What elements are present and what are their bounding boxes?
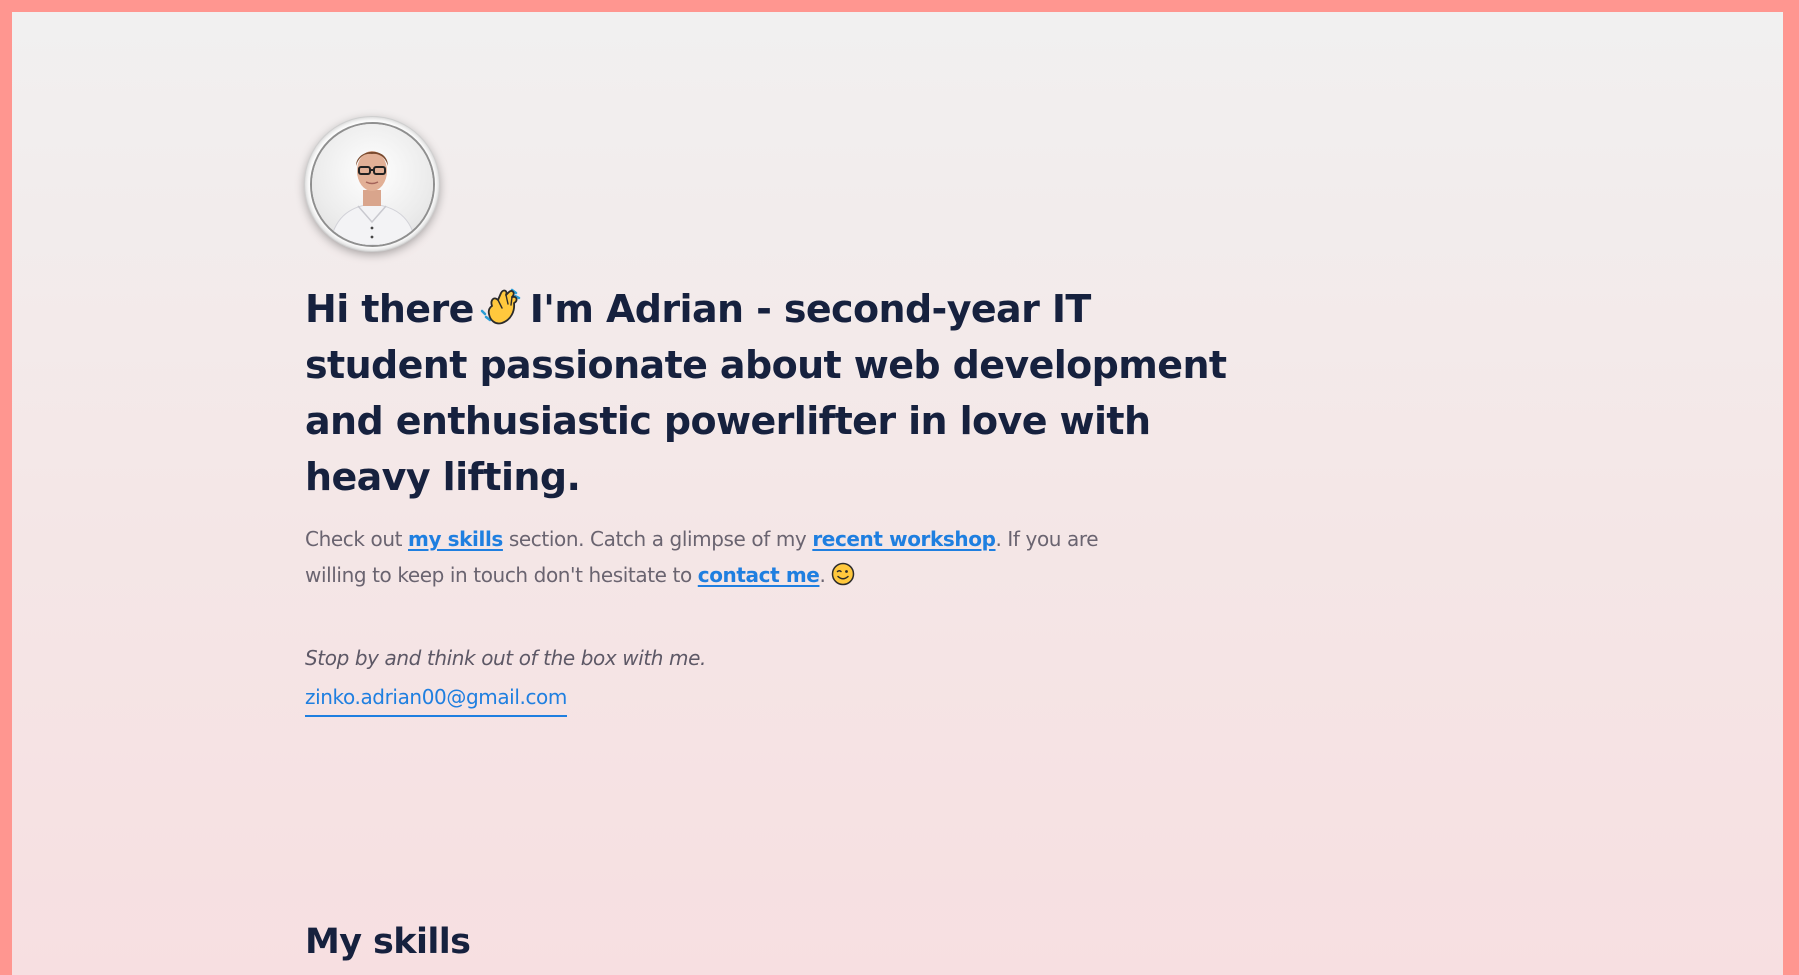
my-skills-link[interactable]: my skills: [408, 527, 503, 551]
page-background: Hi there I'm Adrian - second-year IT stu…: [12, 12, 1783, 975]
avatar: [311, 123, 433, 245]
intro-text: Check out: [305, 527, 408, 551]
page-frame-edge: [1783, 12, 1799, 975]
hero-heading-greeting: Hi there: [305, 287, 474, 331]
email-link[interactable]: zinko.adrian00@gmail.com: [305, 683, 567, 717]
waving-hand-icon: [478, 284, 522, 328]
intro-text: .: [819, 563, 826, 587]
intro-paragraph: Check out my skills section. Catch a gli…: [305, 521, 1115, 593]
avatar-frame: [305, 117, 439, 251]
tagline: Stop by and think out of the box with me…: [305, 646, 706, 670]
hero-section: Hi there I'm Adrian - second-year IT stu…: [305, 117, 1305, 717]
hero-heading: Hi there I'm Adrian - second-year IT stu…: [305, 281, 1230, 505]
avatar-photo: [328, 150, 417, 245]
winking-face-icon: [831, 561, 855, 586]
contact-me-link[interactable]: contact me: [698, 563, 820, 587]
recent-workshop-link[interactable]: recent workshop: [812, 527, 996, 551]
skills-section-title: My skills: [305, 922, 471, 962]
intro-text: section. Catch a glimpse of my: [502, 527, 813, 551]
